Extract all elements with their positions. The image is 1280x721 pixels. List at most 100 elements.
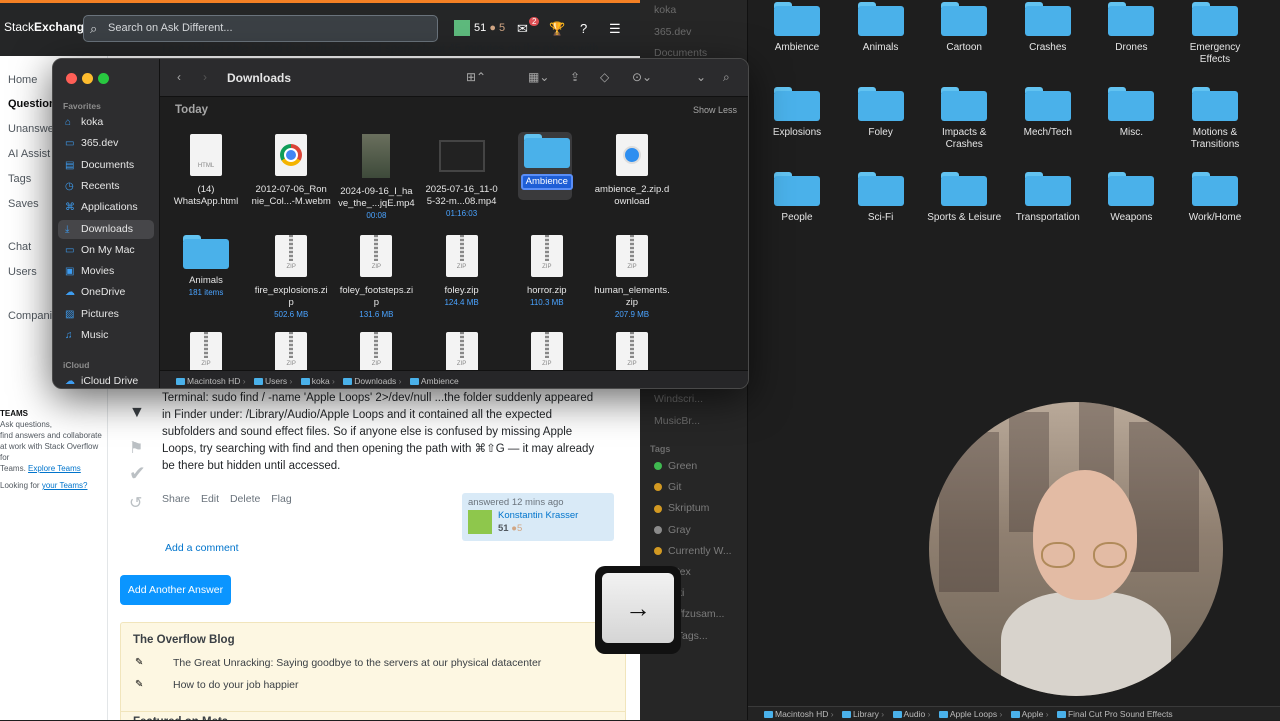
nav-home[interactable]: Home bbox=[8, 74, 37, 86]
share-icon[interactable]: ⇪ bbox=[570, 70, 580, 84]
folder-item[interactable]: Mech/Tech bbox=[1003, 87, 1093, 139]
accept-check-icon[interactable]: ✔ bbox=[129, 461, 146, 486]
sidebar-item-365-dev[interactable]: ▭ 365.dev bbox=[58, 134, 154, 153]
sidebar-item-on-my-mac[interactable]: ▭ On My Mac bbox=[58, 241, 154, 260]
file-item[interactable]: ZIP horror.zip 110.3 MB bbox=[504, 235, 590, 309]
blog-link[interactable]: How to do your job happier bbox=[173, 679, 299, 691]
folder-item[interactable]: People bbox=[752, 172, 842, 224]
chevron-down-icon[interactable]: ⌄ bbox=[696, 70, 706, 84]
path-segment[interactable]: Apple bbox=[1022, 709, 1044, 719]
view-mode-icon[interactable]: ⊞⌃ bbox=[466, 70, 486, 84]
zoom-button[interactable] bbox=[98, 73, 109, 84]
help-icon[interactable]: ? bbox=[580, 21, 587, 36]
path-segment[interactable]: Macintosh HD bbox=[187, 376, 240, 386]
nav-tags[interactable]: Tags bbox=[8, 173, 31, 185]
blog-link[interactable]: The Great Unracking: Saying goodbye to t… bbox=[173, 657, 541, 669]
folder-item[interactable]: Weapons bbox=[1086, 172, 1176, 224]
nav-chat[interactable]: Chat bbox=[8, 241, 31, 253]
bookmark-icon[interactable]: ⚑ bbox=[129, 438, 143, 458]
your-teams-link[interactable]: your Teams? bbox=[42, 481, 88, 490]
edit-link[interactable]: Edit bbox=[201, 493, 219, 505]
folder-item[interactable]: Drones bbox=[1086, 2, 1176, 54]
folder-item[interactable]: Transportation bbox=[1003, 172, 1093, 224]
forward-icon[interactable]: › bbox=[203, 70, 207, 84]
folder-item[interactable]: Crashes bbox=[1003, 2, 1093, 54]
path-segment[interactable]: Audio bbox=[904, 709, 926, 719]
file-item[interactable]: ZIP fire_explosions.zi p 502.6 MB bbox=[248, 235, 334, 321]
user-reputation[interactable]: 51 ● 5 bbox=[454, 20, 505, 36]
rf-sidebar-item[interactable]: Windscri... bbox=[654, 393, 703, 405]
show-less-button[interactable]: Show Less bbox=[693, 105, 737, 115]
add-another-answer-button[interactable]: Add Another Answer bbox=[120, 575, 231, 605]
search-icon[interactable]: ⌕ bbox=[723, 70, 730, 85]
file-item[interactable]: 2012-07-06_Ron nie_Col...-M.webm bbox=[248, 134, 334, 208]
tag-item[interactable]: Green bbox=[654, 460, 697, 472]
tag-icon[interactable]: ◇ bbox=[600, 70, 609, 84]
downvote-icon[interactable]: ▼ bbox=[129, 404, 145, 422]
folder-item[interactable]: Animals bbox=[836, 2, 926, 54]
sidebar-item-icloud-drive[interactable]: ☁ iCloud Drive bbox=[58, 372, 154, 388]
se-logo[interactable]: StackExchange bbox=[4, 20, 91, 34]
folder-item[interactable]: Motions & Transitions bbox=[1170, 87, 1260, 151]
tag-item[interactable]: Skriptum bbox=[654, 502, 709, 514]
file-item[interactable]: ZIP foley_footsteps.zi p 131.6 MB bbox=[333, 235, 419, 321]
sidebar-item-koka[interactable]: ⌂ koka bbox=[58, 113, 154, 132]
more-actions-icon[interactable]: ⊙⌄ bbox=[632, 70, 652, 84]
history-icon[interactable]: ↺ bbox=[129, 493, 142, 513]
file-item[interactable]: Animals 181 items bbox=[163, 235, 249, 299]
folder-item[interactable]: Ambience bbox=[752, 2, 842, 54]
path-segment[interactable]: Library bbox=[853, 709, 879, 719]
folder-item[interactable]: Impacts & Crashes bbox=[919, 87, 1009, 151]
path-segment[interactable]: Final Cut Pro Sound Effects bbox=[1068, 709, 1173, 719]
tag-item[interactable]: Gray bbox=[654, 524, 691, 536]
author-name-link[interactable]: Konstantin Krasser bbox=[498, 510, 578, 521]
path-segment[interactable]: Ambience bbox=[421, 376, 459, 386]
nav-ai-assist[interactable]: AI Assist bbox=[8, 148, 50, 160]
nav-saves[interactable]: Saves bbox=[8, 198, 39, 210]
delete-link[interactable]: Delete bbox=[230, 493, 260, 505]
sidebar-item-pictures[interactable]: ▨ Pictures bbox=[58, 305, 154, 324]
explore-teams-link[interactable]: Explore Teams bbox=[28, 464, 81, 473]
sidebar-item-downloads[interactable]: ⤓ Downloads bbox=[58, 219, 154, 239]
file-item[interactable]: 2025-07-16_11-0 5-32-m...08.mp4 01:16:03 bbox=[419, 134, 505, 220]
folder-item[interactable]: Emergency Effects bbox=[1170, 2, 1260, 66]
sidebar-item-applications[interactable]: ⌘ Applications bbox=[58, 198, 154, 217]
file-item[interactable]: ambience_2.zip.d ownload bbox=[589, 134, 675, 208]
file-item[interactable]: HTML (14) WhatsApp.html bbox=[163, 134, 249, 208]
file-item[interactable]: ZIP foley.zip 124.4 MB bbox=[419, 235, 505, 309]
sidebar-item-onedrive[interactable]: ☁ OneDrive bbox=[58, 283, 154, 302]
folder-item[interactable]: Cartoon bbox=[919, 2, 1009, 54]
folder-item[interactable]: Sports & Leisure bbox=[919, 172, 1009, 224]
sidebar-item-movies[interactable]: ▣ Movies bbox=[58, 262, 154, 281]
rf-sidebar-item[interactable]: koka bbox=[654, 4, 676, 16]
file-item[interactable]: Ambience bbox=[504, 134, 590, 190]
flag-link[interactable]: Flag bbox=[271, 493, 291, 505]
search-input[interactable]: ⌕ Search on Ask Different... bbox=[83, 15, 438, 42]
rf-sidebar-item[interactable]: MusicBr... bbox=[654, 415, 700, 427]
group-icon[interactable]: ▦⌄ bbox=[528, 70, 549, 84]
sidebar-item-documents[interactable]: ▤ Documents bbox=[58, 156, 154, 175]
close-button[interactable] bbox=[66, 73, 77, 84]
author-avatar[interactable] bbox=[468, 510, 492, 534]
path-segment[interactable]: Macintosh HD bbox=[775, 709, 828, 719]
rf-sidebar-item[interactable]: 365.dev bbox=[654, 26, 691, 38]
folder-item[interactable]: Explosions bbox=[752, 87, 842, 139]
folder-item[interactable]: Misc. bbox=[1086, 87, 1176, 139]
nav-users[interactable]: Users bbox=[8, 266, 37, 278]
tag-item[interactable]: Git bbox=[654, 481, 681, 493]
share-link[interactable]: Share bbox=[162, 493, 190, 505]
path-segment[interactable]: koka bbox=[312, 376, 330, 386]
tag-item[interactable]: Currently W... bbox=[654, 545, 732, 557]
folder-item[interactable]: Work/Home bbox=[1170, 172, 1260, 224]
achievements-icon[interactable]: 🏆 bbox=[549, 21, 565, 37]
path-segment[interactable]: Downloads bbox=[354, 376, 396, 386]
back-icon[interactable]: ‹ bbox=[177, 70, 181, 84]
path-segment[interactable]: Users bbox=[265, 376, 287, 386]
file-item[interactable]: ZIP human_elements. zip 207.9 MB bbox=[589, 235, 675, 321]
sidebar-item-music[interactable]: ♫ Music bbox=[58, 326, 154, 345]
inbox-icon[interactable]: ✉ bbox=[517, 21, 528, 37]
folder-item[interactable]: Foley bbox=[836, 87, 926, 139]
site-switcher-icon[interactable]: ☰ bbox=[609, 21, 621, 37]
minimize-button[interactable] bbox=[82, 73, 93, 84]
path-segment[interactable]: Apple Loops bbox=[950, 709, 997, 719]
